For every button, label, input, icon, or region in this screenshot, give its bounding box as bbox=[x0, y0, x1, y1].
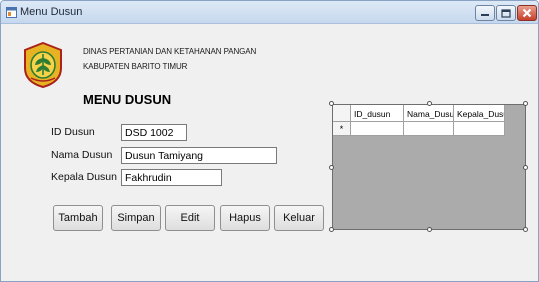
org-name-line2: KABUPATEN BARITO TIMUR bbox=[83, 62, 188, 71]
resize-handle-top-left[interactable] bbox=[329, 101, 334, 106]
hapus-button[interactable]: Hapus bbox=[220, 205, 270, 231]
id-dusun-label: ID Dusun bbox=[51, 126, 95, 138]
simpan-button[interactable]: Simpan bbox=[111, 205, 161, 231]
resize-handle-bottom-left[interactable] bbox=[329, 227, 334, 232]
maximize-button[interactable] bbox=[496, 5, 516, 21]
grid-new-row[interactable]: * bbox=[333, 122, 505, 136]
new-row-marker: * bbox=[333, 122, 351, 136]
title-bar[interactable]: Menu Dusun bbox=[1, 1, 538, 24]
column-header-id-dusun[interactable]: ID_dusun bbox=[351, 105, 404, 122]
column-header-kepala-dusun[interactable]: Kepala_Dusun bbox=[454, 105, 505, 122]
close-icon bbox=[518, 6, 536, 20]
nama-dusun-label: Nama Dusun bbox=[51, 149, 113, 161]
form-icon bbox=[6, 7, 17, 18]
grid-corner-cell[interactable] bbox=[333, 105, 351, 122]
id-dusun-field[interactable]: DSD 1002 bbox=[121, 124, 187, 141]
resize-handle-right[interactable] bbox=[523, 165, 528, 170]
page-title: MENU DUSUN bbox=[83, 92, 172, 107]
kabupaten-emblem-icon bbox=[24, 42, 62, 88]
org-name-line1: DINAS PERTANIAN DAN KETAHANAN PANGAN bbox=[83, 47, 257, 56]
nama-dusun-field[interactable]: Dusun Tamiyang bbox=[121, 147, 277, 164]
column-header-nama-dusun[interactable]: Nama_Dusun bbox=[404, 105, 454, 122]
keluar-button[interactable]: Keluar bbox=[274, 205, 324, 231]
window-title: Menu Dusun bbox=[20, 6, 83, 18]
grid-header-row: ID_dusun Nama_Dusun Kepala_Dusun bbox=[333, 105, 505, 122]
dusun-data-grid[interactable]: ID_dusun Nama_Dusun Kepala_Dusun * bbox=[332, 104, 526, 230]
menu-dusun-window: Menu Dusun DINAS PERTANIAN DAN KETAHANAN… bbox=[0, 0, 539, 282]
edit-button[interactable]: Edit bbox=[165, 205, 215, 231]
new-row-kepala-dusun-cell[interactable] bbox=[454, 122, 505, 136]
close-button[interactable] bbox=[517, 5, 537, 21]
minimize-button[interactable] bbox=[475, 5, 495, 21]
form-client-area: DINAS PERTANIAN DAN KETAHANAN PANGAN KAB… bbox=[1, 25, 538, 281]
tambah-button[interactable]: Tambah bbox=[53, 205, 103, 231]
kepala-dusun-label: Kepala Dusun bbox=[51, 171, 117, 183]
new-row-id-dusun-cell[interactable] bbox=[351, 122, 404, 136]
resize-handle-top-right[interactable] bbox=[523, 101, 528, 106]
resize-handle-top[interactable] bbox=[427, 101, 432, 106]
new-row-nama-dusun-cell[interactable] bbox=[404, 122, 454, 136]
kepala-dusun-field[interactable]: Fakhrudin bbox=[121, 169, 222, 186]
resize-handle-bottom[interactable] bbox=[427, 227, 432, 232]
maximize-icon bbox=[497, 6, 515, 20]
resize-handle-bottom-right[interactable] bbox=[523, 227, 528, 232]
minimize-icon bbox=[476, 6, 494, 20]
resize-handle-left[interactable] bbox=[329, 165, 334, 170]
